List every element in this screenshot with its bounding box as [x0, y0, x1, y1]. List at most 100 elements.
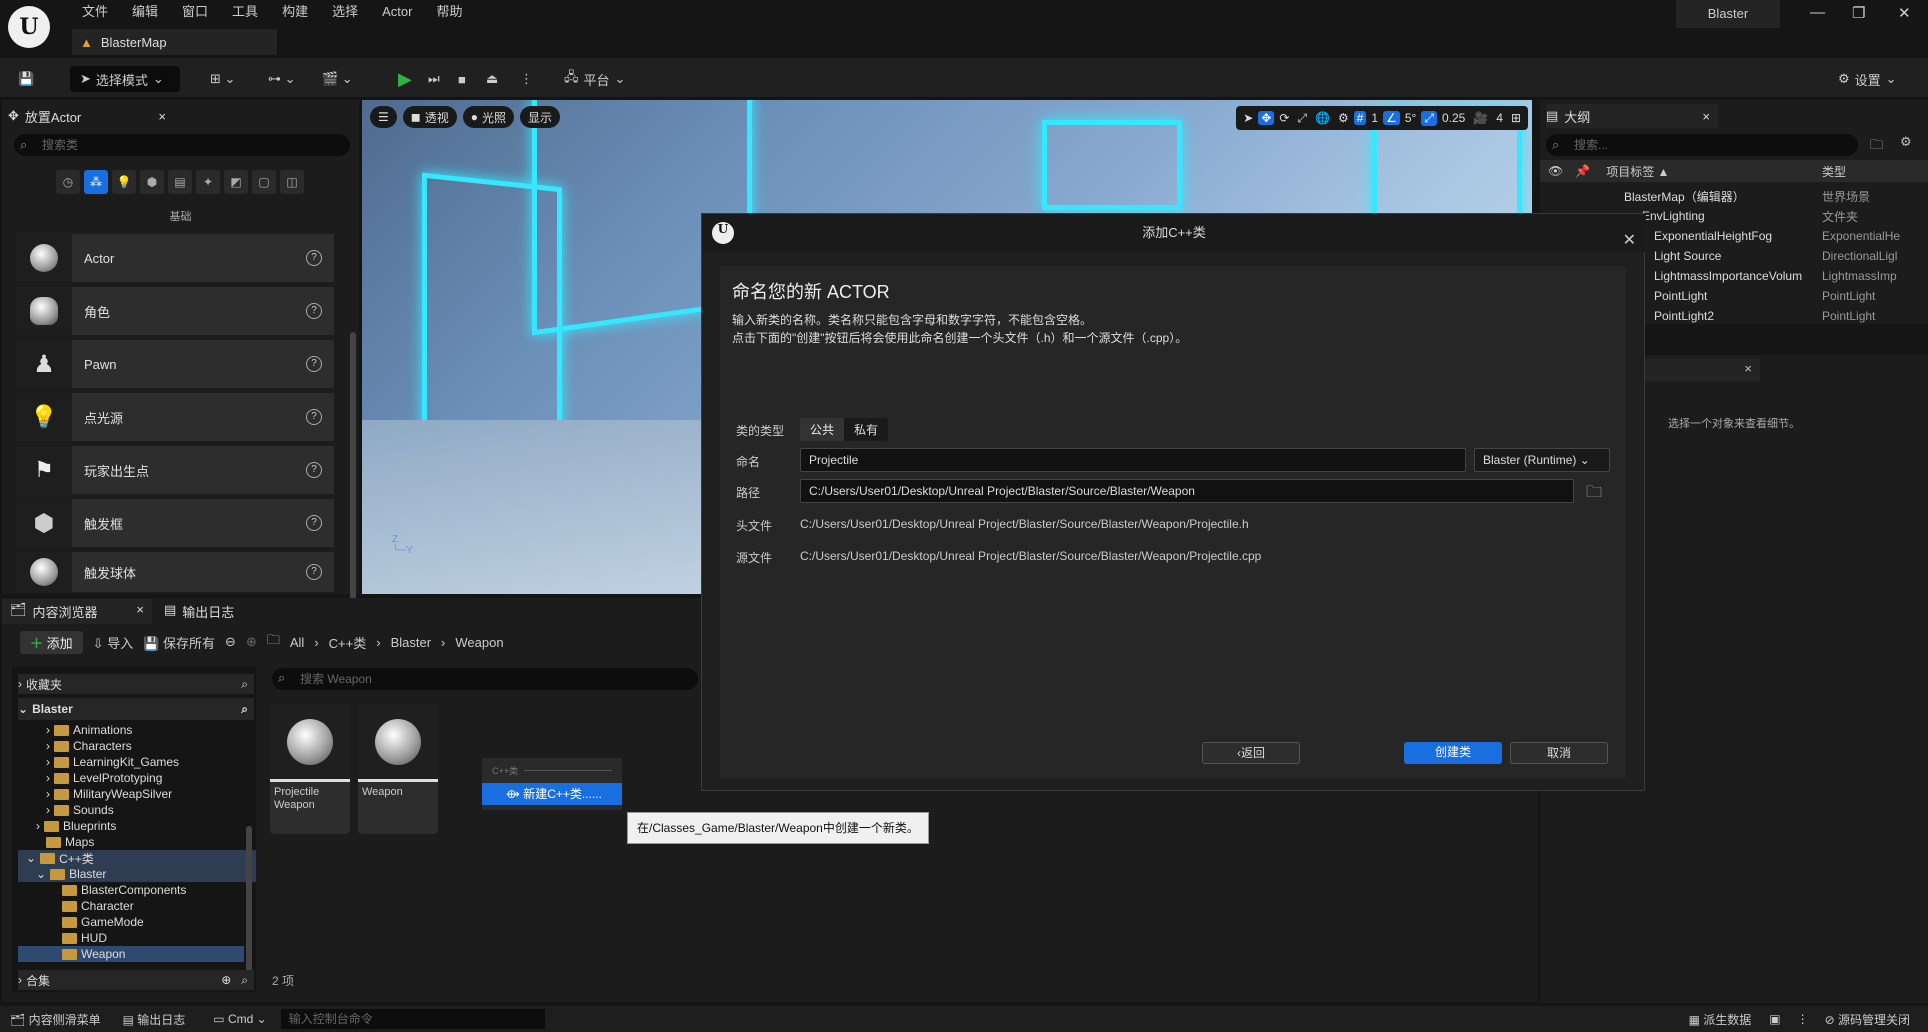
select-tool-icon[interactable]: ➤ [1240, 111, 1256, 125]
scrollbar[interactable] [246, 826, 252, 976]
save-all-button[interactable]: 💾 保存所有 [143, 633, 215, 652]
breadcrumb-all[interactable]: All [290, 635, 304, 650]
place-actors-tab[interactable]: ✥ 放置Actor × [8, 104, 166, 128]
lit-button[interactable]: ● 光照 [462, 106, 515, 128]
help-icon[interactable]: ? [306, 564, 322, 580]
tree-folder[interactable]: › LevelPrototyping [46, 770, 284, 786]
shapes-icon[interactable]: ⬢ [140, 170, 164, 194]
grid-snap-icon[interactable]: # [1353, 111, 1367, 125]
output-log-button[interactable]: ▤ 输出日志 [123, 1011, 186, 1028]
outliner-tab[interactable]: ▤ 大纲 × [1546, 104, 1718, 128]
step-icon[interactable]: ⏭ [428, 66, 440, 92]
add-button[interactable]: ＋ 添加 [20, 630, 83, 654]
notifications-icon[interactable]: ▣ [1769, 1012, 1780, 1026]
forward-icon[interactable]: ⊕ [246, 634, 257, 650]
perspective-button[interactable]: ◼ 透视 [402, 106, 457, 128]
camera-speed-icon[interactable]: 🎥 [1470, 111, 1491, 125]
help-icon[interactable]: ? [306, 303, 322, 319]
menu-tools[interactable]: 工具 [220, 3, 270, 21]
gear-icon[interactable]: ⚙ [1900, 134, 1912, 150]
folder-browse-icon[interactable]: 🗀 [1586, 481, 1602, 508]
tree-folder[interactable]: BlasterComponents [62, 882, 300, 898]
map-tab[interactable]: ▲ BlasterMap [72, 29, 277, 55]
cancel-button[interactable]: 取消 [1510, 742, 1608, 764]
path-input[interactable]: C:/Users/User01/Desktop/Unreal Project/B… [800, 479, 1574, 503]
menu-file[interactable]: 文件 [70, 3, 120, 21]
pin-icon[interactable]: 📌 [1575, 164, 1590, 178]
add-folder-icon[interactable]: 🗀 [1870, 136, 1883, 158]
menu-build[interactable]: 构建 [270, 3, 320, 21]
tree-folder[interactable]: HUD [62, 930, 300, 946]
tree-folder[interactable]: › Sounds [46, 802, 284, 818]
help-icon[interactable]: ? [306, 515, 322, 531]
place-item-trigger-box[interactable]: ⬢ 触发框? [16, 499, 334, 547]
help-icon[interactable]: ? [306, 409, 322, 425]
content-browser-tab[interactable]: 🗂 内容浏览器 × [2, 598, 152, 624]
tree-folder[interactable]: ⌄ Blaster [18, 866, 256, 882]
help-icon[interactable]: ? [306, 462, 322, 478]
angle-snap-icon[interactable]: ∠ [1383, 111, 1400, 125]
tree-folder-selected[interactable]: Weapon [18, 946, 244, 962]
tree-folder[interactable]: GameMode [62, 914, 300, 930]
maximize-viewport-icon[interactable]: ⊞ [1508, 111, 1524, 125]
rotate-tool-icon[interactable]: ⟳ [1276, 111, 1292, 125]
close-tab-icon[interactable]: × [1744, 361, 1752, 376]
public-option[interactable]: 公共 [800, 418, 845, 441]
close-icon[interactable]: ✕ [1898, 4, 1911, 22]
blueprint-icon[interactable]: ⊶ ⌄ [268, 66, 296, 92]
place-item-player-start[interactable]: ⚑ 玩家出生点? [16, 446, 334, 494]
outliner-row[interactable]: BlasterMap（编辑器） 世界场景 [1540, 186, 1928, 206]
scale-snap-icon[interactable]: ⤢ [1421, 110, 1437, 126]
place-item-pawn[interactable]: ♟ Pawn? [16, 340, 334, 388]
all-classes-icon[interactable]: ◫ [280, 170, 304, 194]
grid-size[interactable]: 1 [1368, 111, 1381, 125]
source-control-button[interactable]: ⊘ 源码管理关闭 [1825, 1011, 1910, 1028]
menu-help[interactable]: 帮助 [424, 3, 474, 21]
play-button[interactable]: ▶ [398, 66, 412, 92]
private-option[interactable]: 私有 [844, 418, 888, 441]
asset-tile[interactable]: Projectile Weapon [270, 704, 350, 834]
more-icon[interactable]: ⋮ [1797, 1012, 1809, 1026]
scale-tool-icon[interactable]: ⤢ [1294, 111, 1310, 126]
place-item-character[interactable]: 角色? [16, 287, 334, 335]
cmd-dropdown[interactable]: ▭ Cmd ⌄ [213, 1012, 266, 1026]
angle-size[interactable]: 5° [1402, 111, 1419, 125]
cinematics-icon[interactable]: 🎬 ⌄ [322, 66, 353, 92]
scale-size[interactable]: 0.25 [1439, 111, 1468, 125]
console-input[interactable]: 输入控制台命令 [280, 1009, 545, 1029]
select-mode-dropdown[interactable]: ➤ 选择模式 ⌄ [70, 66, 180, 92]
translate-tool-icon[interactable]: ✥ [1258, 111, 1275, 125]
tree-folder[interactable]: › Blueprints [36, 818, 274, 834]
tree-folder[interactable]: ⌄ C++类 [18, 850, 256, 866]
place-item-trigger-sphere[interactable]: 触发球体? [16, 552, 334, 592]
menu-edit[interactable]: 编辑 [120, 3, 170, 21]
create-class-button[interactable]: 创建类 [1404, 742, 1502, 764]
cinematic-icon[interactable]: ▤ [168, 170, 192, 194]
search-icon[interactable]: ⌕ [241, 677, 248, 692]
search-icon[interactable]: ⌕ [241, 973, 248, 988]
help-icon[interactable]: ? [306, 250, 322, 266]
favorites-section[interactable]: › 收藏夹 ⌕ [18, 674, 254, 694]
basic-icon[interactable]: ⁂ [84, 170, 108, 194]
content-drawer-button[interactable]: 🗂 内容侧滑菜单 [10, 1011, 101, 1028]
breadcrumb-weapon[interactable]: Weapon [455, 635, 503, 650]
outliner-search-input[interactable]: 搜索... [1546, 134, 1858, 156]
module-dropdown[interactable]: Blaster (Runtime) ⌄ [1474, 448, 1610, 472]
menu-actor[interactable]: Actor [370, 3, 424, 21]
column-type[interactable]: 类型 [1822, 163, 1846, 180]
place-item-actor[interactable]: Actor? [16, 234, 334, 282]
column-label[interactable]: 项目标签 ▲ [1606, 163, 1669, 180]
show-button[interactable]: 显示 [520, 106, 561, 128]
blaster-section[interactable]: ⌄ Blaster ⌕ [18, 698, 254, 720]
eject-icon[interactable]: ⏏ [486, 66, 498, 92]
unreal-logo-icon[interactable]: U [8, 6, 50, 48]
tree-folder[interactable]: › Animations [46, 722, 284, 738]
help-icon[interactable]: ? [306, 356, 322, 372]
restore-icon[interactable]: ❐ [1852, 4, 1865, 22]
stop-icon[interactable]: ■ [458, 66, 466, 92]
collections-section[interactable]: › 合集 ⊕ ⌕ [18, 970, 254, 990]
menu-window[interactable]: 窗口 [170, 3, 220, 21]
asset-search-input[interactable]: 搜索 Weapon [272, 668, 698, 690]
camera-speed[interactable]: 4 [1493, 111, 1506, 125]
tree-folder[interactable]: › LearningKit_Games [46, 754, 284, 770]
